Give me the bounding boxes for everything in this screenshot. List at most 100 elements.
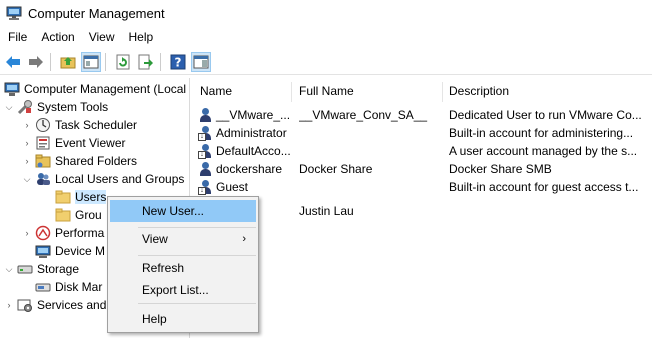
chevron-right-icon[interactable]: › — [22, 120, 32, 130]
users-group-icon — [35, 171, 51, 187]
folder-icon — [55, 189, 71, 205]
menu-item-export-list[interactable]: Export List... — [110, 279, 256, 301]
user-name: Guest — [216, 180, 249, 194]
tree-item-local-users-groups[interactable]: ⌵ Local Users and Groups — [22, 170, 185, 188]
tree-item-task-scheduler[interactable]: › Task Scheduler — [22, 116, 137, 134]
user-full-name — [299, 178, 439, 196]
column-header-full-name[interactable]: Full Name — [292, 78, 442, 104]
tree-item-services-apps[interactable]: › Services and — [4, 296, 106, 314]
services-icon — [17, 297, 33, 313]
disabled-user-icon: ↓ — [198, 179, 214, 195]
show-hide-tree-icon[interactable] — [81, 51, 101, 72]
user-description: Dedicated User to run VMware Co... — [449, 108, 642, 122]
user-full-name — [299, 142, 439, 160]
menu-item-new-user[interactable]: New User... — [110, 200, 256, 222]
menu-help[interactable]: Help — [122, 30, 161, 44]
toolbar-separator — [50, 52, 51, 71]
forward-arrow-icon[interactable] — [26, 52, 46, 72]
table-row[interactable]: dockershare Docker Share Docker Share SM… — [193, 160, 652, 178]
help-icon[interactable]: ? — [168, 52, 188, 72]
tree-item-root[interactable]: Computer Management (Local — [4, 80, 186, 98]
user-description: A user account managed by the s... — [449, 144, 638, 158]
tree-label-performance: Performa — [55, 226, 105, 240]
chevron-down-icon[interactable]: ⌵ — [22, 174, 32, 185]
disabled-user-icon: ↓ — [198, 143, 214, 159]
event-viewer-icon — [35, 135, 51, 151]
user-full-name — [299, 124, 439, 142]
user-description: Built-in account for guest access t... — [449, 180, 639, 194]
toolbar: ? — [0, 49, 652, 75]
back-arrow-icon[interactable] — [3, 52, 23, 72]
table-row[interactable]: __VMware_... __VMware_Conv_SA__ Dedicate… — [193, 106, 652, 124]
table-row[interactable]: Justin Lau — [193, 202, 652, 220]
tree-item-groups[interactable]: Grou — [55, 206, 102, 224]
properties-pane-icon[interactable] — [191, 51, 211, 72]
user-full-name: __VMware_Conv_SA__ — [299, 108, 428, 122]
context-menu: New User... View › Refresh Export List..… — [107, 196, 259, 333]
user-icon — [198, 161, 214, 177]
menu-item-view[interactable]: View › — [110, 228, 256, 250]
tree-label-storage: Storage — [37, 262, 80, 276]
tree-label-disk-management: Disk Mar — [55, 280, 103, 294]
export-list-icon[interactable] — [136, 52, 156, 72]
clock-icon — [35, 117, 51, 133]
chevron-right-icon[interactable]: › — [22, 228, 32, 238]
column-header-description[interactable]: Description — [442, 78, 652, 104]
storage-icon — [17, 261, 33, 277]
computer-icon — [4, 81, 20, 97]
toolbar-separator — [105, 52, 106, 71]
user-icon — [198, 107, 214, 123]
tree-label-system-tools: System Tools — [37, 100, 109, 114]
tree-item-device-manager[interactable]: Device M — [35, 242, 105, 260]
tree-label-root: Computer Management (Local — [24, 82, 187, 96]
chevron-right-icon[interactable]: › — [22, 156, 32, 166]
computer-management-icon — [6, 6, 22, 20]
menu-view[interactable]: View — [82, 30, 122, 44]
tree-item-system-tools[interactable]: ⌵ System Tools — [4, 98, 108, 116]
tree-label-event-viewer: Event Viewer — [55, 136, 126, 150]
tree-label-task-scheduler: Task Scheduler — [55, 118, 138, 132]
menu-item-help[interactable]: Help — [110, 308, 256, 330]
tree-label-services-apps: Services and — [37, 298, 107, 312]
up-folder-icon[interactable] — [58, 52, 78, 72]
table-row[interactable]: ↓ DefaultAcco... A user account managed … — [193, 142, 652, 160]
tree-label-local-users-groups: Local Users and Groups — [55, 172, 185, 186]
table-row[interactable]: ↓ Administrator Built-in account for adm… — [193, 124, 652, 142]
folder-icon — [55, 207, 71, 223]
user-name: dockershare — [216, 162, 283, 176]
chevron-down-icon[interactable]: ⌵ — [4, 264, 14, 275]
svg-text:?: ? — [175, 55, 182, 69]
tree-item-event-viewer[interactable]: › Event Viewer — [22, 134, 126, 152]
tree-label-device-manager: Device M — [55, 244, 106, 258]
chevron-down-icon[interactable]: ⌵ — [4, 102, 14, 113]
user-name: DefaultAcco... — [216, 144, 291, 158]
title-bar: Computer Management — [0, 0, 652, 26]
device-manager-icon — [35, 243, 51, 259]
user-description: Built-in account for administering... — [449, 126, 634, 140]
refresh-icon[interactable] — [113, 52, 133, 72]
tree-item-users[interactable]: Users — [55, 188, 107, 206]
chevron-right-icon[interactable]: › — [4, 300, 14, 310]
performance-icon — [35, 225, 51, 241]
chevron-right-icon[interactable]: › — [22, 138, 32, 148]
user-full-name: Justin Lau — [299, 204, 354, 218]
column-header-name[interactable]: Name — [193, 78, 291, 104]
tree-item-storage[interactable]: ⌵ Storage — [4, 260, 79, 278]
menu-action[interactable]: Action — [34, 30, 81, 44]
menu-separator — [138, 255, 256, 256]
shared-folder-icon — [35, 153, 51, 169]
user-name: __VMware_... — [216, 108, 291, 122]
table-row[interactable]: ↓ Guest Built-in account for guest acces… — [193, 178, 652, 196]
user-full-name: Docker Share — [299, 162, 373, 176]
window-title: Computer Management — [28, 5, 165, 21]
users-list-view: Name Full Name Description __VMware_... … — [193, 78, 652, 338]
tree-item-shared-folders[interactable]: › Shared Folders — [22, 152, 138, 170]
tree-item-disk-management[interactable]: Disk Mar — [35, 278, 102, 296]
toolbar-separator — [160, 52, 161, 71]
menu-item-refresh[interactable]: Refresh — [110, 257, 256, 279]
tools-icon — [17, 99, 33, 115]
user-description: Docker Share SMB — [449, 162, 552, 176]
tree-item-performance[interactable]: › Performa — [22, 224, 104, 242]
menu-file[interactable]: File — [0, 30, 34, 44]
user-description — [449, 202, 652, 220]
